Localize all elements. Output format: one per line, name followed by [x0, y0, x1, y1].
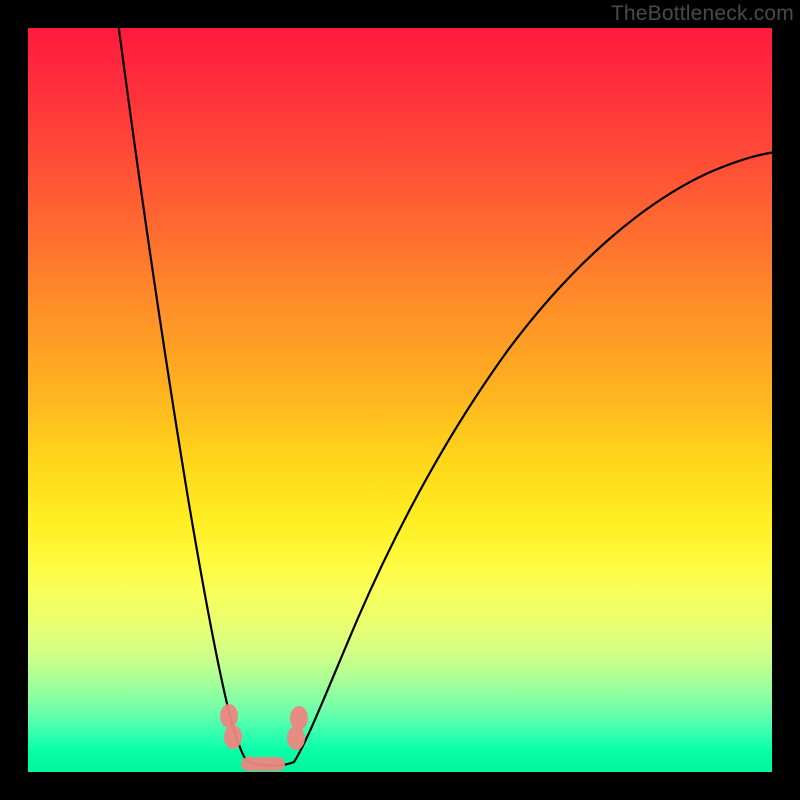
- marker-left-bot: [224, 725, 242, 749]
- curve-layer: [28, 28, 772, 772]
- marker-floor-cluster: [241, 757, 285, 771]
- outer-frame: TheBottleneck.com: [0, 0, 800, 800]
- marker-right-bot: [287, 726, 305, 750]
- curve-left-branch: [118, 22, 246, 760]
- curve-right-branch: [294, 152, 776, 762]
- watermark-text: TheBottleneck.com: [611, 2, 794, 26]
- plot-area: [28, 28, 772, 772]
- marker-right-top: [290, 706, 308, 730]
- marker-left-top: [220, 704, 238, 728]
